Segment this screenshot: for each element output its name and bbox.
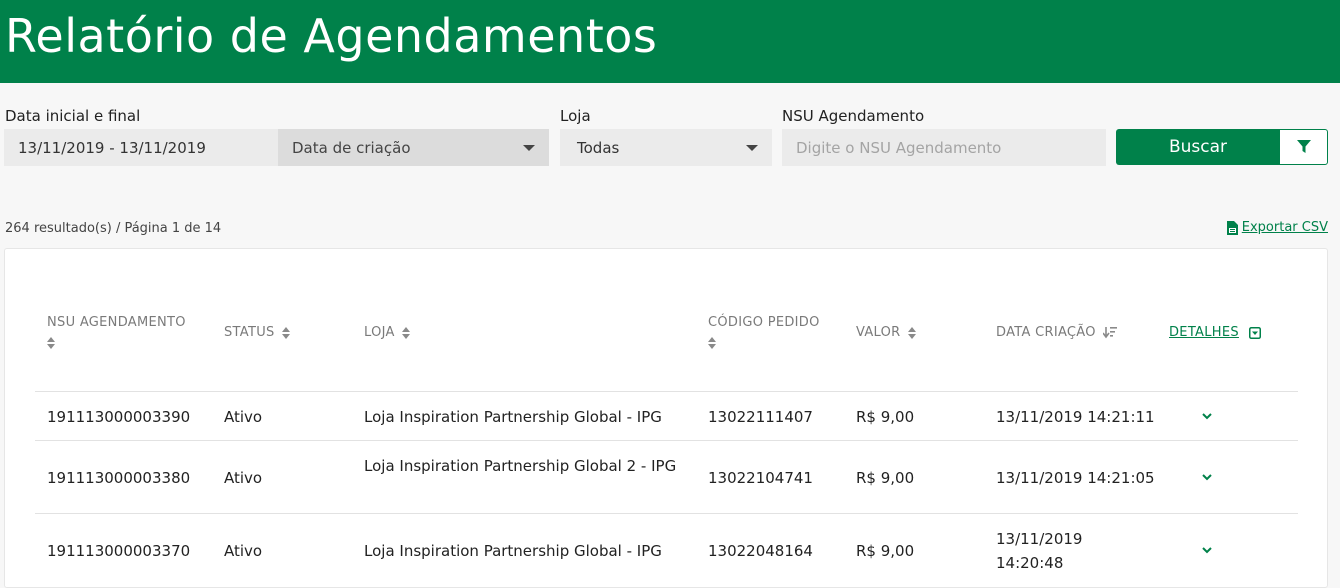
col-header-status-label: STATUS <box>224 325 275 340</box>
cell-store: Loja Inspiration Partnership Global - IP… <box>364 408 662 426</box>
col-header-details-label: DETALHES <box>1169 325 1239 340</box>
results-table: NSU AGENDAMENTO STATUS LOJA CÓDIGO PEDID… <box>4 248 1328 588</box>
export-csv-label: Exportar CSV <box>1241 220 1328 235</box>
col-header-store[interactable]: LOJA <box>364 323 411 343</box>
results-bar: 264 resultado(s) / Página 1 de 14 Export… <box>0 183 1340 249</box>
table-divider <box>35 391 1298 392</box>
search-button[interactable]: Buscar <box>1116 129 1280 165</box>
cell-value: R$ 9,00 <box>856 469 915 487</box>
col-header-created-label: DATA CRIAÇÃO <box>996 325 1096 340</box>
sort-desc-icon <box>1103 326 1118 338</box>
cell-created: 13/11/2019 14:20:48 <box>996 530 1083 572</box>
cell-status: Ativo <box>224 542 263 560</box>
sort-updown-icon <box>282 326 291 339</box>
csv-file-icon <box>1226 220 1238 235</box>
date-type-value: Data de criação <box>292 138 411 157</box>
cell-status: Ativo <box>224 408 263 426</box>
cell-store: Loja Inspiration Partnership Global - IP… <box>364 542 662 560</box>
sort-updown-icon <box>907 326 916 339</box>
date-range-label: Data inicial e final <box>5 107 141 125</box>
date-range-input[interactable]: 13/11/2019 - 13/11/2019 <box>4 129 278 166</box>
date-type-select[interactable]: Data de criação <box>278 129 549 166</box>
export-csv-link[interactable]: Exportar CSV <box>1226 220 1328 235</box>
cell-order: 13022104741 <box>708 469 813 487</box>
filter-button[interactable] <box>1279 129 1328 165</box>
sort-updown-icon <box>708 336 716 349</box>
cell-status: Ativo <box>224 469 263 487</box>
col-header-order[interactable]: CÓDIGO PEDIDO <box>708 313 820 353</box>
caret-down-icon <box>523 145 535 151</box>
cell-order: 13022048164 <box>708 542 813 560</box>
row-divider <box>35 513 1298 514</box>
caret-box-icon <box>1249 326 1262 339</box>
filters-bar: Data inicial e final 13/11/2019 - 13/11/… <box>0 83 1340 183</box>
col-header-nsu-label: NSU AGENDAMENTO <box>47 315 186 330</box>
page-title: Relatório de Agendamentos <box>5 8 658 63</box>
row-divider <box>35 440 1298 441</box>
chevron-down-icon[interactable] <box>1201 544 1213 556</box>
cell-value: R$ 9,00 <box>856 408 915 426</box>
page-header: Relatório de Agendamentos <box>0 0 1340 83</box>
cell-nsu: 191113000003370 <box>47 542 191 560</box>
col-header-store-label: LOJA <box>364 325 395 340</box>
cell-nsu: 191113000003380 <box>47 469 191 487</box>
store-select[interactable]: Todas <box>560 129 772 166</box>
cell-order: 13022111407 <box>708 408 813 426</box>
col-header-order-label: CÓDIGO PEDIDO <box>708 315 820 330</box>
col-header-value-label: VALOR <box>856 325 901 340</box>
cell-created: 13/11/2019 14:21:05 <box>996 469 1155 487</box>
chevron-down-icon[interactable] <box>1201 471 1213 483</box>
col-header-value[interactable]: VALOR <box>856 323 916 343</box>
col-header-created[interactable]: DATA CRIAÇÃO <box>996 323 1118 343</box>
store-label: Loja <box>560 107 591 125</box>
store-value: Todas <box>577 138 620 157</box>
filter-icon <box>1296 140 1311 153</box>
results-summary: 264 resultado(s) / Página 1 de 14 <box>5 221 222 236</box>
cell-store: Loja Inspiration Partnership Global 2 - … <box>364 457 677 475</box>
col-header-nsu[interactable]: NSU AGENDAMENTO <box>47 313 186 353</box>
chevron-down-icon[interactable] <box>1201 410 1213 422</box>
cell-created: 13/11/2019 14:21:11 <box>996 408 1155 426</box>
cell-nsu: 191113000003390 <box>47 408 191 426</box>
sort-updown-icon <box>47 336 55 349</box>
nsu-input[interactable]: Digite o NSU Agendamento <box>782 129 1106 166</box>
col-header-details[interactable]: DETALHES <box>1169 323 1262 343</box>
nsu-label: NSU Agendamento <box>782 107 925 125</box>
cell-value: R$ 9,00 <box>856 542 915 560</box>
col-header-status[interactable]: STATUS <box>224 323 291 343</box>
sort-updown-icon <box>402 326 411 339</box>
caret-down-icon <box>746 145 758 151</box>
